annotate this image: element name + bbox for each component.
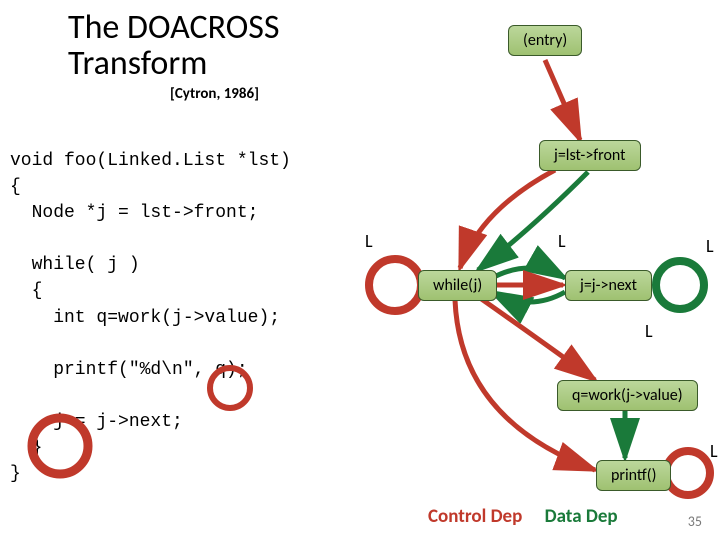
label-L-2: L bbox=[558, 230, 566, 252]
node-jnext: j=j->next bbox=[565, 270, 652, 301]
label-L-4: L bbox=[645, 320, 653, 342]
citation: [Cytron, 1986] bbox=[170, 85, 259, 103]
label-L-3: L bbox=[706, 235, 714, 257]
node-qwork: q=work(j->value) bbox=[557, 380, 698, 411]
legend-data: Data Dep bbox=[545, 505, 618, 528]
page-number: 35 bbox=[688, 513, 702, 530]
node-entry: (entry) bbox=[508, 25, 582, 56]
label-L-1: L bbox=[365, 230, 373, 252]
legend: Control Dep Data Dep bbox=[428, 505, 618, 528]
label-L-5: L bbox=[710, 440, 718, 462]
code-listing: void foo(Linked.List *lst) { Node *j = l… bbox=[10, 148, 291, 487]
slide-title: The DOACROSS Transform bbox=[68, 10, 280, 81]
title-line2: Transform bbox=[68, 43, 207, 84]
node-whilej: while(j) bbox=[418, 270, 497, 301]
legend-control: Control Dep bbox=[428, 505, 522, 528]
node-printf: printf() bbox=[596, 460, 671, 491]
node-front: j=lst->front bbox=[539, 140, 641, 171]
